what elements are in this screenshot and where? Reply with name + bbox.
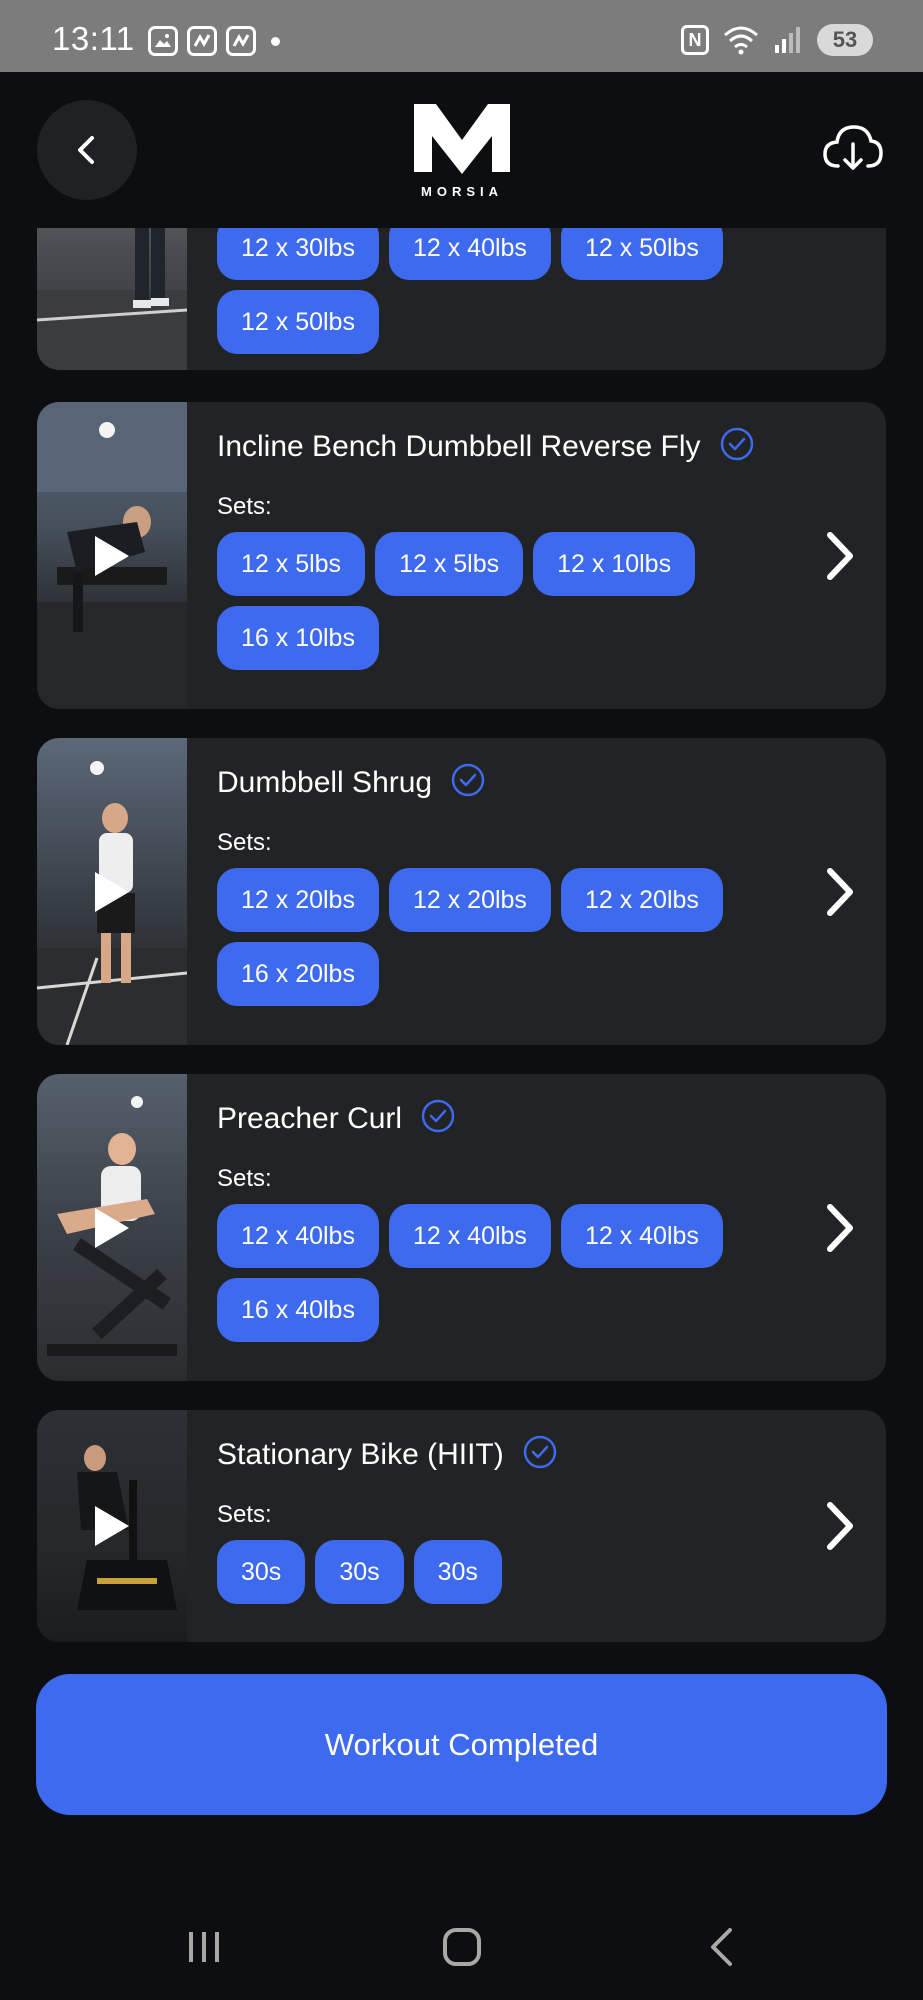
sets-list: 12 x 40lbs 12 x 40lbs 12 x 40lbs 16 x 40… [217,1204,817,1342]
wifi-icon [724,26,758,55]
sets-label: Sets: [217,829,272,856]
signal-icon [775,27,800,53]
exercise-title: Preacher Curl [217,1102,403,1135]
chevron-right-icon[interactable] [820,1201,860,1255]
set-pill: 12 x 40lbs [388,1204,551,1268]
set-pill: 12 x 40lbs [560,1204,723,1268]
exercise-title-row: Incline Bench Dumbbell Reverse Fly [217,427,755,464]
recent-apps-icon[interactable] [186,1930,222,1964]
exercise-thumbnail[interactable] [37,402,187,709]
completed-check-icon [451,763,485,797]
exercise-title: Dumbbell Shrug [217,766,433,799]
exercise-list[interactable]: 12 x 30lbs 12 x 40lbs 12 x 50lbs 12 x 50… [0,228,923,1658]
gallery-notification-icon [148,26,178,56]
sets-label: Sets: [217,493,272,520]
set-pill: 12 x 30lbs [217,228,379,280]
set-pill: 30s [217,1540,306,1604]
chevron-right-icon[interactable] [820,529,860,583]
exercise-thumbnail[interactable] [37,228,187,370]
exercise-thumbnail[interactable] [37,738,187,1045]
download-button[interactable] [822,122,884,174]
set-pill: 12 x 40lbs [388,228,551,280]
status-bar: 13:11 N 53 [0,0,923,72]
morsia-logo-mark [414,104,510,174]
set-pill: 16 x 10lbs [217,606,379,670]
set-pill: 12 x 5lbs [217,532,366,596]
exercise-card[interactable]: Preacher Curl Sets: 12 x 40lbs 12 x 40lb… [37,1074,886,1381]
set-pill: 12 x 50lbs [560,228,723,280]
exercise-title-row: Stationary Bike (HIIT) [217,1435,558,1472]
completed-check-icon [720,427,753,461]
app-notification-icon [226,26,256,56]
set-pill: 16 x 40lbs [217,1278,379,1342]
set-pill: 12 x 20lbs [217,868,379,932]
set-pill: 16 x 20lbs [217,942,379,1006]
workout-completed-button[interactable]: Workout Completed [36,1674,887,1815]
exercise-title-row: Preacher Curl [217,1099,456,1136]
cloud-download-icon [823,125,883,170]
sets-label: Sets: [217,1501,272,1528]
completed-check-icon [421,1099,455,1133]
system-icons: N 53 [681,24,873,56]
logo-text: MORSIA [421,184,503,199]
exercise-card[interactable]: Stationary Bike (HIIT) Sets: 30s 30s 30s [37,1410,886,1642]
system-navigation-bar [0,1880,923,2000]
completed-check-icon [523,1435,556,1469]
set-pill: 12 x 40lbs [217,1204,379,1268]
play-icon[interactable] [95,535,129,576]
back-button[interactable] [37,100,137,200]
chevron-right-icon[interactable] [820,865,860,919]
nfc-icon: N [681,25,709,55]
set-pill: 30s [315,1540,404,1604]
set-pill: 12 x 50lbs [217,290,379,354]
sets-list: 12 x 30lbs 12 x 40lbs 12 x 50lbs 12 x 50… [217,228,817,354]
sets-label: Sets: [217,1165,272,1192]
notification-icons [148,26,280,56]
exercise-title: Stationary Bike (HIIT) [217,1438,504,1471]
thumbnail-image [37,228,187,370]
exercise-thumbnail[interactable] [37,1410,187,1642]
set-pill: 12 x 20lbs [560,868,723,932]
sets-list: 12 x 5lbs 12 x 5lbs 12 x 10lbs 16 x 10lb… [217,532,817,670]
home-icon[interactable] [443,1928,481,1966]
status-time: 13:11 [52,20,135,57]
more-notifications-dot-icon [271,36,280,46]
chevron-left-icon [78,136,94,164]
morsia-logo: MORSIA [410,100,514,200]
sets-list: 30s 30s 30s [217,1540,817,1604]
exercise-card[interactable]: Incline Bench Dumbbell Reverse Fly Sets:… [37,402,886,709]
exercise-title: Incline Bench Dumbbell Reverse Fly [217,430,701,463]
exercise-card[interactable]: Dumbbell Shrug Sets: 12 x 20lbs 12 x 20l… [37,738,886,1045]
chevron-right-icon[interactable] [820,1499,860,1553]
app-header: MORSIA [0,72,923,228]
sets-list: 12 x 20lbs 12 x 20lbs 12 x 20lbs 16 x 20… [217,868,817,1006]
battery-indicator: 53 [817,24,873,56]
play-icon[interactable] [95,1506,129,1546]
set-pill: 12 x 20lbs [388,868,551,932]
set-pill: 12 x 5lbs [375,532,524,596]
back-icon[interactable] [706,1926,736,1968]
exercise-card[interactable]: 12 x 30lbs 12 x 40lbs 12 x 50lbs 12 x 50… [37,228,886,370]
set-pill: 30s [413,1540,502,1604]
exercise-thumbnail[interactable] [37,1074,187,1381]
exercise-title-row: Dumbbell Shrug [217,763,486,800]
play-icon[interactable] [95,1207,129,1248]
play-icon[interactable] [95,871,129,912]
set-pill: 12 x 10lbs [533,532,696,596]
app-notification-icon [187,26,217,56]
